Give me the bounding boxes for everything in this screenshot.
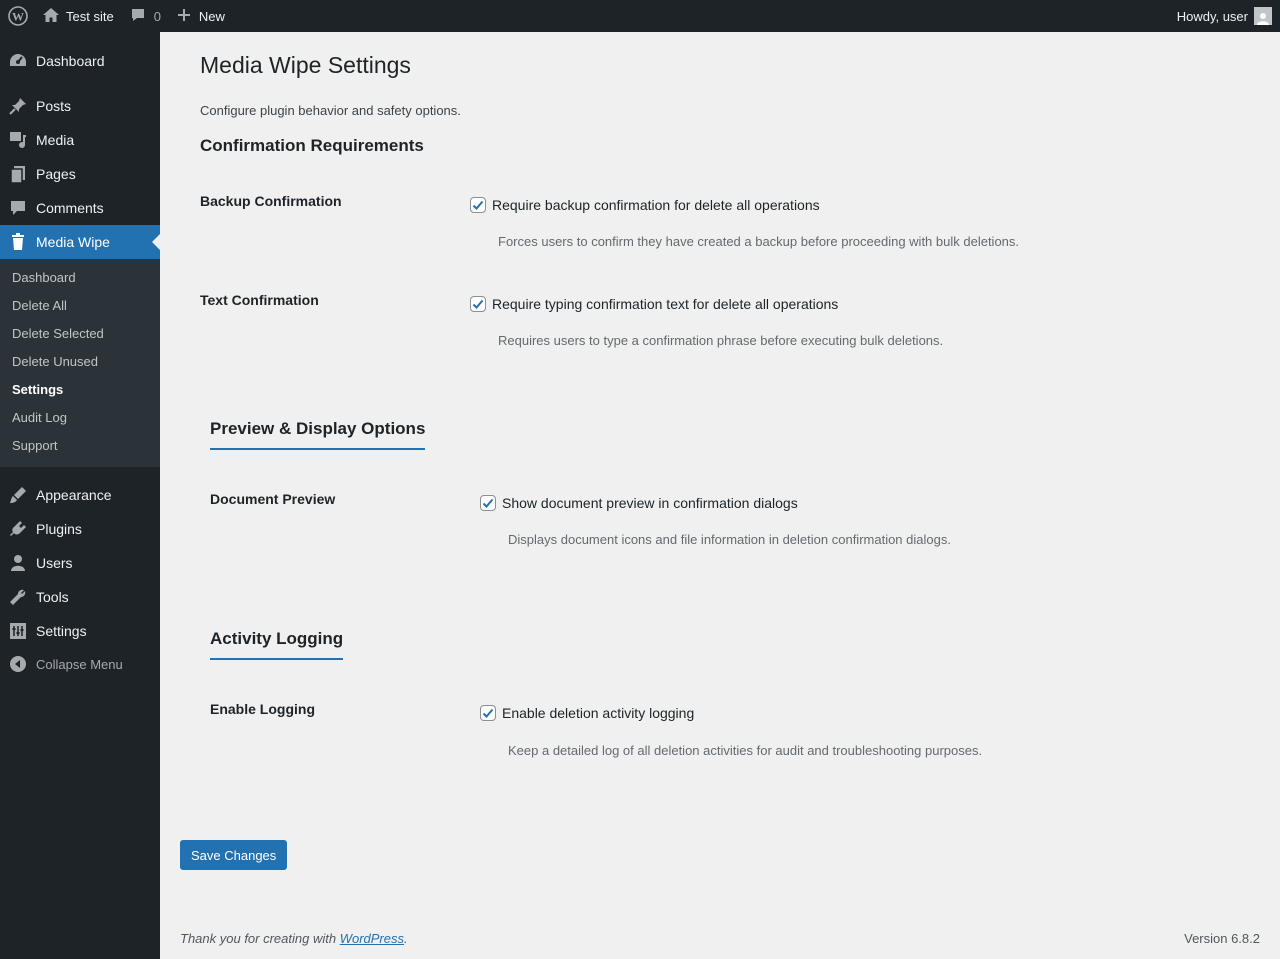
footer-thanks-suffix: . <box>404 931 408 946</box>
sidebar-item-users[interactable]: Users <box>0 546 160 580</box>
comment-icon <box>0 198 36 218</box>
text-confirmation-description: Requires users to type a confirmation ph… <box>498 333 944 348</box>
admin-bar: W Test site 0 New Howdy, user <box>0 0 1280 32</box>
new-content-link[interactable]: New <box>169 0 233 32</box>
admin-sidebar: Dashboard Posts Media Pages Comments Med… <box>0 32 160 959</box>
page-title: Media Wipe Settings <box>200 52 411 78</box>
submenu-item-audit-log[interactable]: Audit Log <box>12 410 67 425</box>
sidebar-item-label: Settings <box>36 623 87 639</box>
pin-icon <box>0 96 36 116</box>
submenu-item-settings[interactable]: Settings <box>12 382 63 397</box>
checkmark-icon <box>482 498 494 508</box>
checkmark-icon <box>472 200 484 210</box>
collapse-arrow-icon <box>0 655 36 673</box>
collapse-menu-label: Collapse Menu <box>36 656 123 672</box>
sidebar-item-media[interactable]: Media <box>0 123 160 157</box>
submenu-item-dashboard[interactable]: Dashboard <box>12 270 76 285</box>
document-preview-checkbox[interactable] <box>480 495 496 511</box>
collapse-menu-button[interactable]: Collapse Menu <box>0 647 160 681</box>
site-name-label: Test site <box>66 8 114 24</box>
dashboard-icon <box>0 51 36 71</box>
howdy-label: Howdy, user <box>1176 8 1248 24</box>
sidebar-item-label: Appearance <box>36 487 112 503</box>
wordpress-logo-icon[interactable]: W <box>0 0 34 32</box>
sidebar-item-settings[interactable]: Settings <box>0 614 160 648</box>
backup-confirmation-label: Require backup confirmation for delete a… <box>492 197 820 213</box>
text-confirmation-label: Require typing confirmation text for del… <box>492 296 839 312</box>
sidebar-item-dashboard[interactable]: Dashboard <box>0 44 160 78</box>
submenu-item-support[interactable]: Support <box>12 438 58 453</box>
media-icon <box>0 130 36 150</box>
avatar <box>1254 7 1272 25</box>
svg-text:W: W <box>12 10 24 24</box>
section-heading-preview-display: Preview & Display Options <box>210 419 426 450</box>
section-heading-activity-logging: Activity Logging <box>210 629 344 660</box>
enable-logging-label: Enable deletion activity logging <box>502 705 695 721</box>
submenu-item-delete-all[interactable]: Delete All <box>12 298 67 313</box>
plus-icon <box>177 8 199 25</box>
sidebar-item-plugins[interactable]: Plugins <box>0 512 160 546</box>
sidebar-item-media-wipe[interactable]: Media Wipe <box>0 225 160 259</box>
save-changes-button[interactable]: Save Changes <box>180 840 288 870</box>
comment-bubble-icon <box>130 7 154 26</box>
sidebar-item-label: Tools <box>36 589 69 605</box>
text-confirmation-option[interactable]: Require typing confirmation text for del… <box>470 296 838 312</box>
wordpress-link[interactable]: WordPress <box>340 931 404 946</box>
submenu-item-delete-unused[interactable]: Delete Unused <box>12 354 98 369</box>
section-heading-confirmation: Confirmation Requirements <box>200 136 424 155</box>
sidebar-item-label: Comments <box>36 200 104 216</box>
sidebar-item-pages[interactable]: Pages <box>0 157 160 191</box>
backup-confirmation-checkbox[interactable] <box>470 197 486 213</box>
page-intro: Configure plugin behavior and safety opt… <box>200 103 461 118</box>
pages-icon <box>0 164 36 184</box>
document-preview-label: Show document preview in confirmation di… <box>502 495 798 511</box>
field-label-text-confirmation: Text Confirmation <box>200 292 319 308</box>
home-icon <box>42 7 66 26</box>
submenu-item-delete-selected[interactable]: Delete Selected <box>12 326 104 341</box>
enable-logging-option[interactable]: Enable deletion activity logging <box>480 705 694 721</box>
footer-thanks-prefix: Thank you for creating with <box>180 931 340 946</box>
sidebar-item-label: Media Wipe <box>36 234 110 250</box>
backup-confirmation-description: Forces users to confirm they have create… <box>498 234 1020 249</box>
text-confirmation-checkbox[interactable] <box>470 296 486 312</box>
my-account-link[interactable]: Howdy, user <box>1177 0 1280 32</box>
enable-logging-description: Keep a detailed log of all deletion acti… <box>508 743 983 758</box>
new-label: New <box>198 8 225 24</box>
sidebar-item-appearance[interactable]: Appearance <box>0 478 160 512</box>
sidebar-item-label: Plugins <box>36 521 82 537</box>
field-label-document-preview: Document Preview <box>210 491 336 507</box>
sidebar-item-label: Pages <box>36 166 76 182</box>
trash-icon <box>0 232 36 252</box>
site-name-link[interactable]: Test site <box>34 0 122 32</box>
sidebar-item-label: Users <box>36 555 73 571</box>
sidebar-item-label: Posts <box>36 98 72 114</box>
enable-logging-checkbox[interactable] <box>480 705 496 721</box>
field-label-backup-confirmation: Backup Confirmation <box>200 193 342 209</box>
sidebar-item-comments[interactable]: Comments <box>0 191 160 225</box>
sidebar-item-tools[interactable]: Tools <box>0 580 160 614</box>
comments-link[interactable]: 0 <box>122 0 169 32</box>
settings-icon <box>0 621 36 641</box>
document-preview-option[interactable]: Show document preview in confirmation di… <box>480 495 798 511</box>
checkmark-icon <box>472 299 484 309</box>
footer-version: Version 6.8.2 <box>1184 931 1260 946</box>
field-label-enable-logging: Enable Logging <box>210 701 315 717</box>
backup-confirmation-option[interactable]: Require backup confirmation for delete a… <box>470 197 820 213</box>
user-icon <box>0 553 36 573</box>
plugin-icon <box>0 519 36 539</box>
main-content: Media Wipe Settings Configure plugin beh… <box>160 32 1280 959</box>
comments-count: 0 <box>153 8 161 24</box>
brush-icon <box>0 485 36 505</box>
sidebar-item-label: Dashboard <box>36 53 105 69</box>
sidebar-item-posts[interactable]: Posts <box>0 89 160 123</box>
wrench-icon <box>0 587 36 607</box>
media-wipe-submenu: Dashboard Delete All Delete Selected Del… <box>0 259 160 467</box>
document-preview-description: Displays document icons and file informa… <box>508 532 951 547</box>
checkmark-icon <box>482 708 494 718</box>
footer-thanks: Thank you for creating with WordPress. <box>180 931 408 946</box>
sidebar-item-label: Media <box>36 132 75 148</box>
